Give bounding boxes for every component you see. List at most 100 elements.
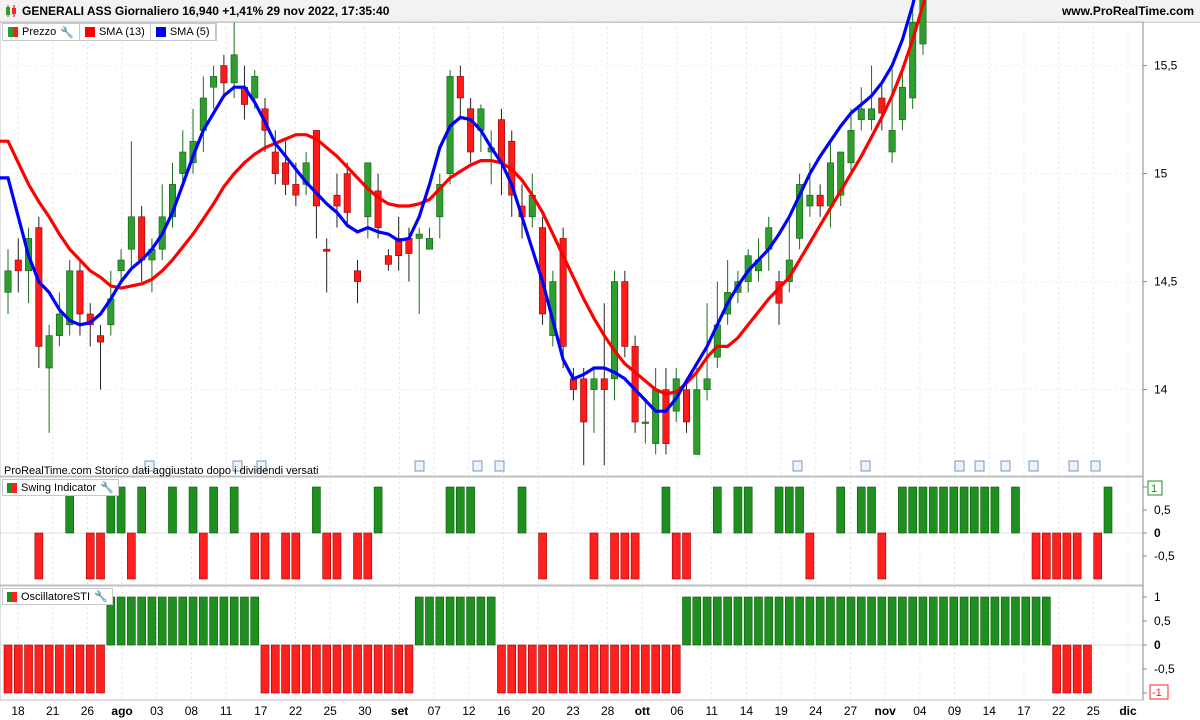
candle-body	[230, 54, 238, 84]
swing-bar	[538, 532, 547, 580]
osc-bar	[970, 596, 979, 646]
candle-body	[580, 378, 588, 423]
osc-bar	[127, 596, 136, 646]
osc-bar	[764, 596, 774, 646]
x-tick-label: 21	[46, 704, 60, 718]
osc-bar	[394, 644, 403, 694]
oscillator-label[interactable]: OscillatoreSTI 🔧	[2, 588, 113, 605]
candle-body	[55, 313, 63, 336]
swing-bar	[928, 486, 938, 534]
x-tick-label: nov	[875, 704, 897, 718]
swing-indicator-label[interactable]: Swing Indicator 🔧	[2, 479, 119, 496]
x-tick-label: 17	[1017, 704, 1031, 718]
y-tick-label: 15,5	[1154, 59, 1178, 73]
x-tick-label: 25	[324, 704, 338, 718]
swing-bar	[630, 532, 640, 580]
x-tick-label: 28	[601, 704, 615, 718]
osc-bar	[1021, 596, 1031, 646]
x-tick-label: 08	[185, 704, 199, 718]
x-tick-label: dic	[1119, 704, 1137, 718]
x-tick-label: 03	[150, 704, 164, 718]
osc-bar	[229, 596, 239, 646]
legend-item-price[interactable]: Prezzo 🔧	[3, 24, 80, 40]
document-icon	[414, 460, 425, 472]
osc-bar	[1052, 644, 1061, 694]
x-tick-label: ott	[635, 704, 650, 718]
osc-bar	[538, 644, 547, 694]
chart-canvas[interactable]: 18 21 26 ago 03 08 11 17 22 25 30 set 07 12 16 20 23 28 ot…	[0, 0, 1200, 720]
osc-bar	[682, 596, 691, 646]
candle-body	[323, 248, 331, 252]
swing-bar	[939, 486, 948, 534]
candle-body	[898, 86, 906, 120]
x-tick-label: 20	[532, 704, 546, 718]
swing-bar	[373, 486, 383, 534]
swing-bar	[168, 486, 177, 534]
sma13-color-swatch	[84, 27, 95, 37]
osc-bar	[209, 596, 218, 646]
swing-bar	[85, 532, 95, 580]
swing-bar	[733, 486, 743, 534]
osc-bar	[846, 596, 856, 646]
swing-bar	[209, 486, 218, 534]
osc-bar	[641, 644, 650, 694]
osc-bar	[815, 596, 825, 646]
x-tick-label: 04	[913, 704, 927, 718]
sma5-line	[0, 0, 916, 413]
osc-bar	[291, 644, 301, 694]
data-footnote: ProRealTime.com Storico dati aggiustato …	[4, 465, 319, 477]
x-tick-label: 06	[670, 704, 684, 718]
swing-bar	[743, 486, 753, 534]
osc-bar	[692, 596, 702, 646]
swing-bar	[127, 532, 136, 580]
osc-bar	[610, 644, 619, 694]
candle-body	[816, 194, 824, 207]
osc-bar	[713, 596, 722, 646]
swing-bar	[322, 532, 332, 580]
x-tick-label: 09	[948, 704, 962, 718]
osc-bar	[85, 644, 95, 694]
x-tick-label: 26	[81, 704, 95, 718]
osc-bar	[240, 596, 249, 646]
legend-item-sma5[interactable]: SMA (5)	[151, 24, 216, 40]
candle-body	[621, 281, 629, 347]
swing-bar	[1042, 532, 1051, 580]
osc-bar	[1042, 596, 1051, 646]
swing-bar	[682, 532, 691, 580]
legend-label-price: Prezzo	[22, 26, 57, 38]
swing-bar	[990, 486, 1000, 534]
candle-body	[210, 76, 218, 88]
osc-bar	[65, 644, 74, 694]
price-legend: Prezzo 🔧 SMA (13) SMA (5)	[2, 23, 217, 41]
wrench-icon[interactable]: 🔧	[94, 590, 108, 603]
x-tick-label: 19	[774, 704, 788, 718]
swing-bar	[445, 486, 455, 534]
x-tick-label: 14	[740, 704, 754, 718]
x-tick-label: 22	[289, 704, 303, 718]
swing-tick-label: 0,5	[1154, 503, 1171, 517]
wrench-icon[interactable]: 🔧	[60, 26, 74, 39]
osc-bar	[435, 596, 445, 646]
osc-bar	[856, 596, 866, 646]
document-icon	[954, 460, 965, 472]
swing-bar	[867, 486, 876, 534]
osc-bar	[589, 644, 599, 694]
osc-bar	[75, 644, 85, 694]
swing-color-swatch	[7, 482, 17, 493]
osc-bar	[476, 596, 486, 646]
osc-bar	[558, 644, 568, 694]
price-color-swatch	[8, 27, 18, 37]
swing-bar	[199, 532, 208, 580]
x-tick-label: 14	[983, 704, 997, 718]
wrench-icon[interactable]: 🔧	[100, 481, 114, 494]
osc-bar	[466, 596, 475, 646]
x-tick-label: 22	[1052, 704, 1066, 718]
x-tick-label: 25	[1087, 704, 1101, 718]
legend-item-sma13[interactable]: SMA (13)	[80, 24, 151, 40]
candle-body	[826, 162, 834, 207]
swing-bar	[856, 486, 866, 534]
candle-body	[117, 259, 125, 272]
osc-bar	[178, 596, 188, 646]
swing-bar	[1093, 532, 1103, 580]
osc-bar	[784, 596, 794, 646]
